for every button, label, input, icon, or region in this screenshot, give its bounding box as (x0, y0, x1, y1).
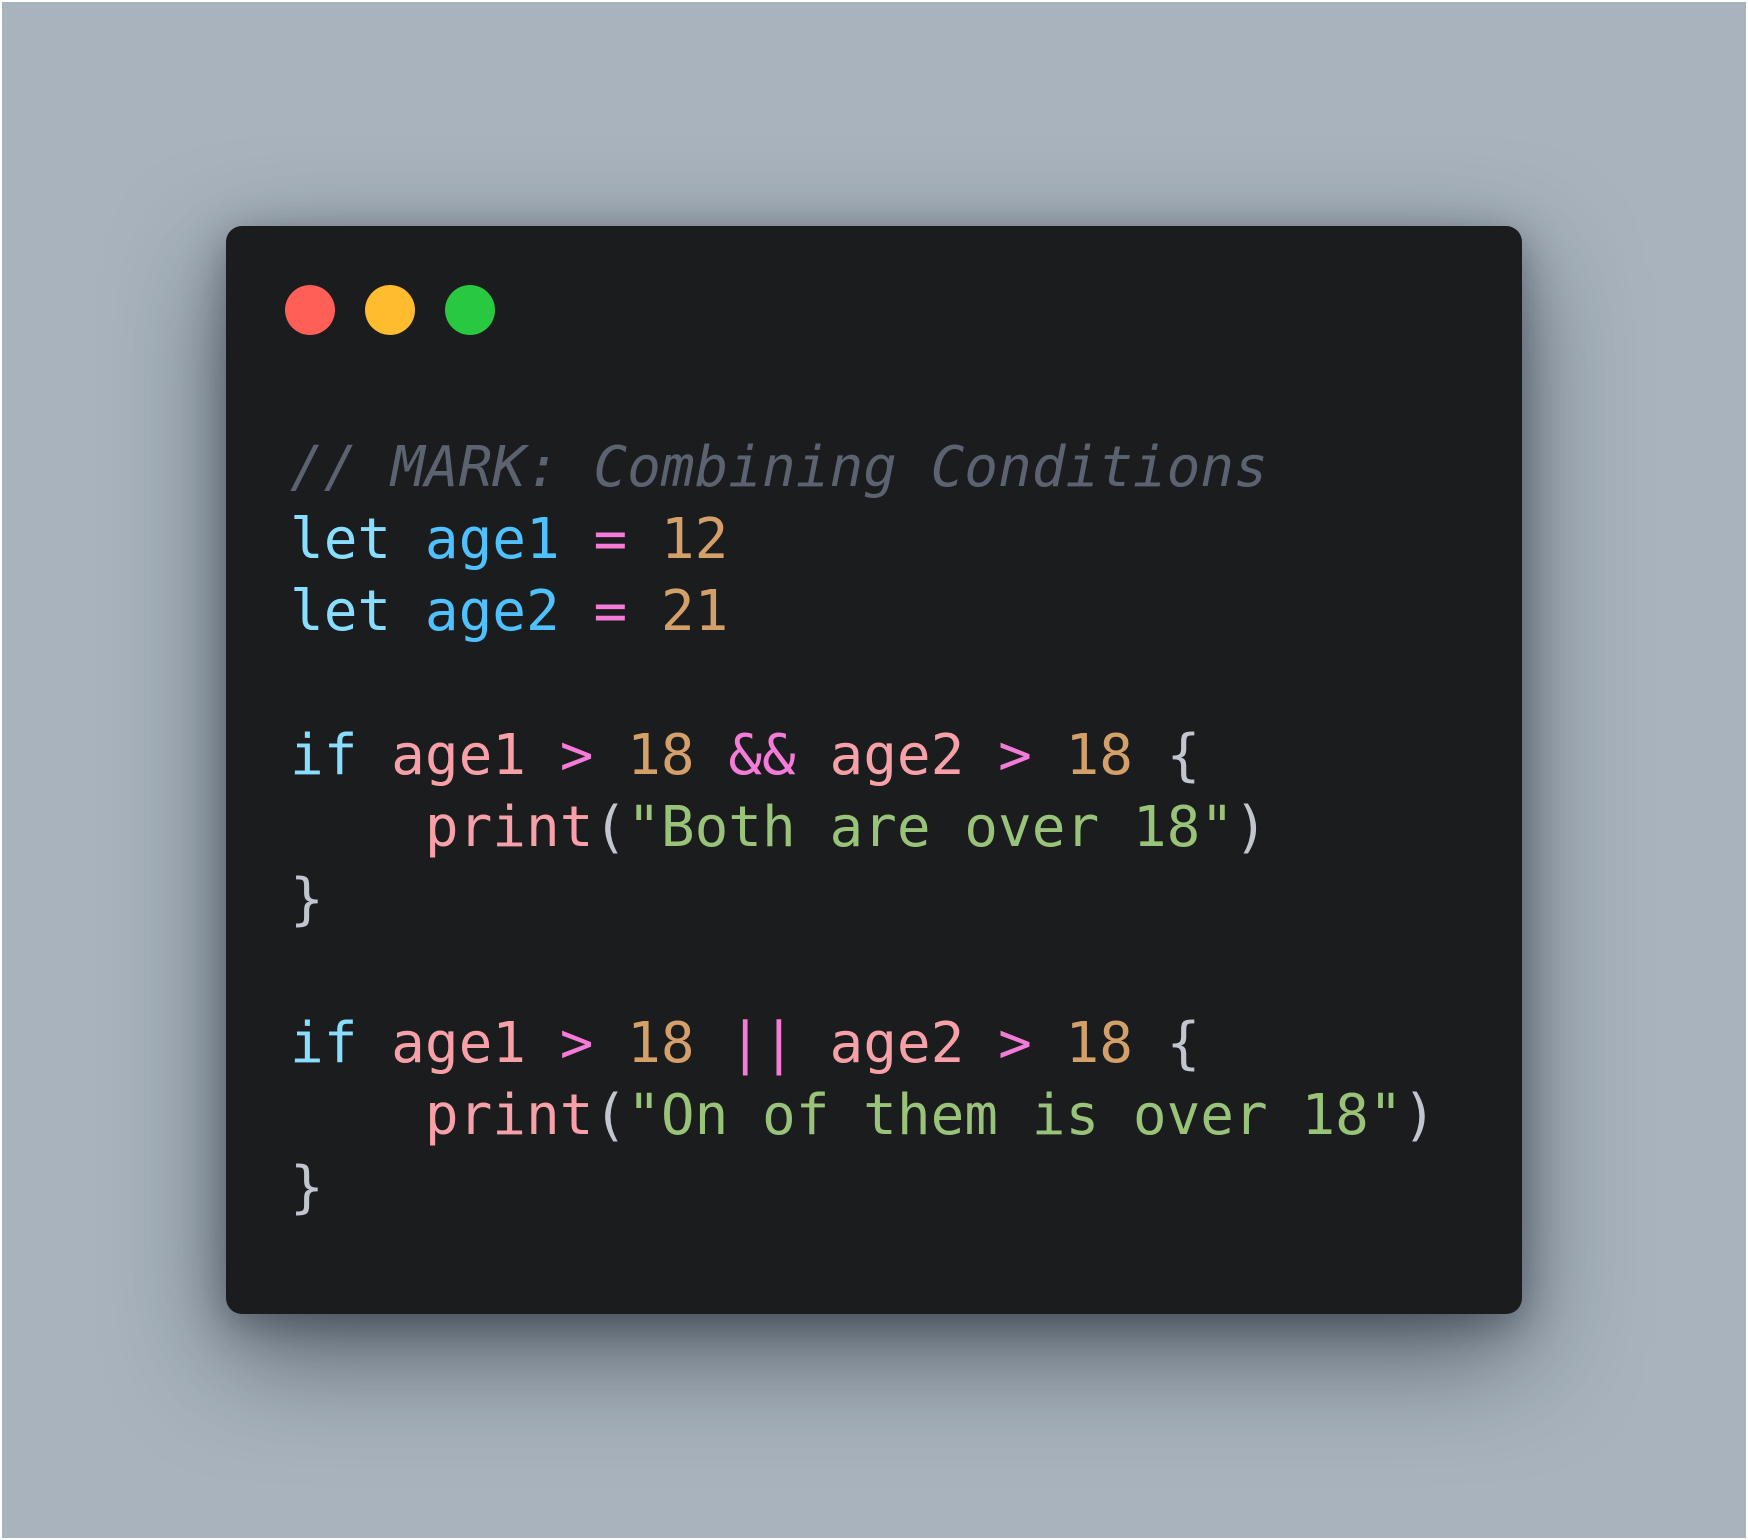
code-line: print("Both are over 18") (290, 792, 1436, 864)
close-button[interactable] (285, 285, 335, 335)
code-token-punct: { (1166, 723, 1201, 788)
code-token-operator: > (998, 1011, 1032, 1076)
code-token-keyword: let (290, 507, 392, 572)
code-line: } (290, 1152, 1436, 1224)
code-token-operator: || (728, 1011, 796, 1076)
code-token-operator: && (728, 723, 796, 788)
code-token-function: print (424, 1083, 594, 1148)
code-token-punct: ( (593, 1083, 628, 1148)
code-line: // MARK: Combining Conditions (290, 432, 1436, 504)
code-token-decl: age1 (424, 507, 560, 572)
code-token-keyword: let (290, 579, 392, 644)
code-token-punct: } (290, 867, 324, 932)
code-token-punct: } (290, 1155, 324, 1220)
code-token-operator: > (559, 1011, 594, 1076)
code-token-string: "Both are over 18" (627, 795, 1235, 860)
code-token-punct: ( (593, 795, 628, 860)
code-token-number: 18 (627, 1011, 695, 1076)
code-token-variable: age2 (829, 723, 965, 788)
code-token-operator: > (998, 723, 1032, 788)
code-token-decl: age2 (424, 579, 560, 644)
code-line: let age2 = 21 (290, 576, 1436, 648)
code-token-variable: age1 (391, 723, 527, 788)
code-token-punct: ) (1402, 1083, 1437, 1148)
code-line: if age1 > 18 || age2 > 18 { (290, 1008, 1436, 1080)
code-block: // MARK: Combining Conditions let age1 = … (290, 432, 1436, 1224)
code-token-variable: age1 (391, 1011, 527, 1076)
code-token-operator: = (593, 579, 628, 644)
code-window: // MARK: Combining Conditions let age1 = … (226, 226, 1522, 1314)
code-line: print("On of them is over 18") (290, 1080, 1436, 1152)
code-token-number: 18 (1065, 723, 1133, 788)
minimize-button[interactable] (365, 285, 415, 335)
code-token-keyword: if (290, 723, 358, 788)
code-token-operator: > (559, 723, 594, 788)
code-token-number: 12 (660, 507, 729, 572)
code-line: } (290, 864, 1436, 936)
code-token-variable: age2 (829, 1011, 965, 1076)
code-token-function: print (424, 795, 594, 860)
code-token-punct: { (1166, 1011, 1201, 1076)
code-token-operator: = (593, 507, 628, 572)
code-token-number: 18 (1065, 1011, 1133, 1076)
code-token-string: "On of them is over 18" (627, 1083, 1403, 1148)
code-line: if age1 > 18 && age2 > 18 { (290, 720, 1436, 792)
zoom-button[interactable] (445, 285, 495, 335)
code-token-number: 18 (627, 723, 695, 788)
code-token-number: 21 (660, 579, 729, 644)
code-token-keyword: if (290, 1011, 358, 1076)
code-token-punct: ) (1234, 795, 1268, 860)
code-line: let age1 = 12 (290, 504, 1436, 576)
code-token-comment: // MARK: Combining Conditions (290, 435, 1268, 500)
